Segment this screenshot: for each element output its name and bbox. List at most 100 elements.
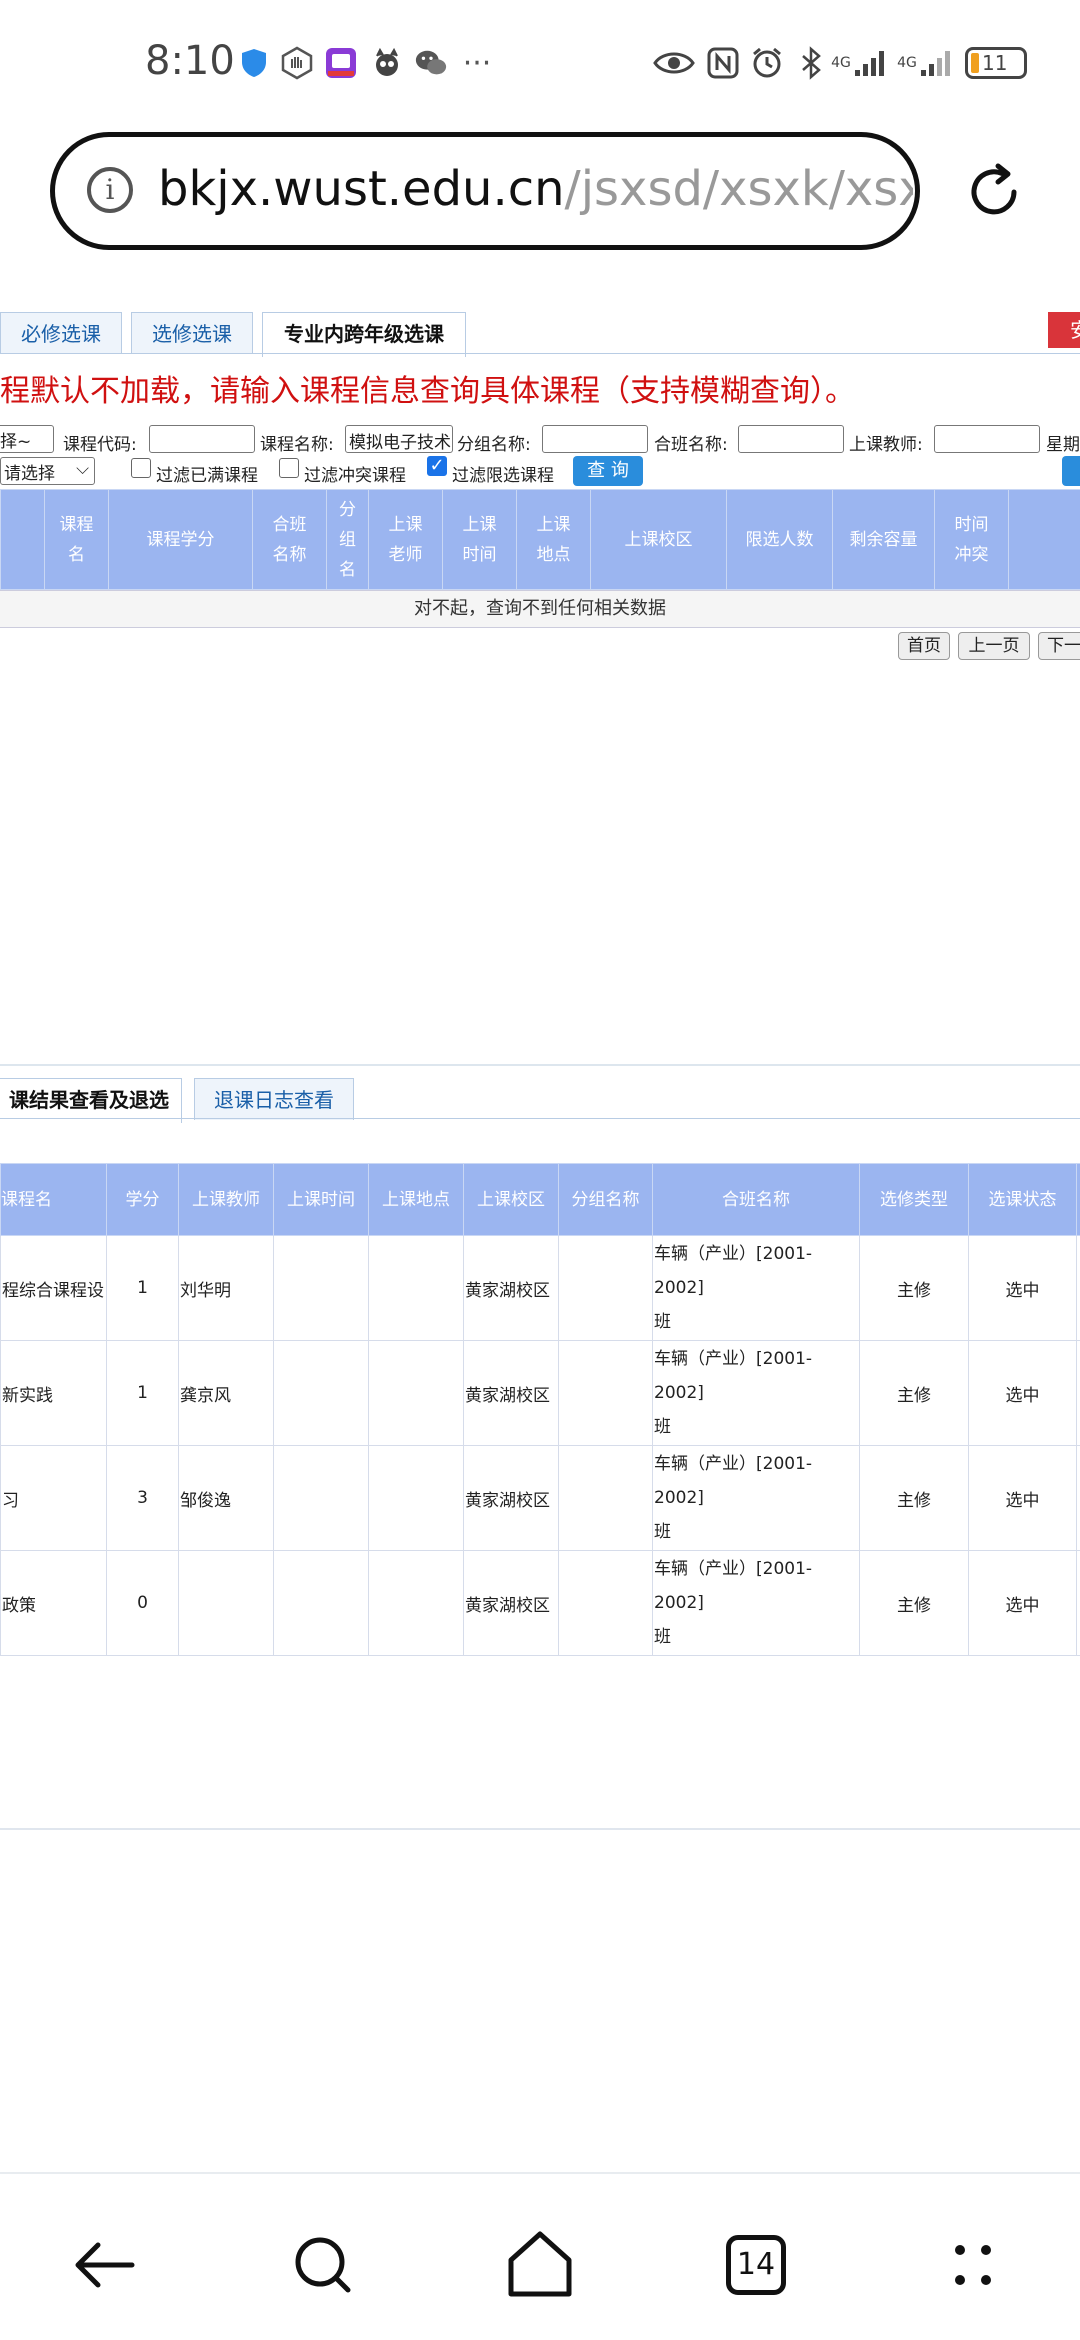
first-page-button[interactable]: 首页 xyxy=(898,632,950,660)
select-category[interactable]: 择~ xyxy=(0,425,54,453)
col-conflict: 时间冲突 xyxy=(934,489,1009,590)
col-time: 上课时间 xyxy=(442,489,517,590)
notice-text: 程默认不加载，请输入课程信息查询具体课程（支持模糊查询）。 xyxy=(0,374,855,409)
col-name: 课程名 xyxy=(0,1163,107,1236)
status-time: 8:10 xyxy=(145,38,235,84)
cell-credit: 1 xyxy=(106,1235,179,1341)
merged-class-line1: 车辆（产业）[2001-2002] xyxy=(654,1454,813,1508)
chevron-down-icon: ⌵ xyxy=(76,459,89,479)
cell-campus: 黄家湖校区 xyxy=(463,1235,559,1341)
cell-credit: 0 xyxy=(106,1550,179,1656)
cell-teacher: 刘华明 xyxy=(178,1235,274,1341)
merged-class-line2: 班 xyxy=(654,1312,671,1332)
tab-divider xyxy=(0,353,1080,354)
nav-divider xyxy=(0,2172,1080,2174)
table-row: 政策 0 黄家湖校区 车辆（产业）[2001-2002] 班 主修 选中 xyxy=(0,1550,1080,1656)
tab-elective-courses[interactable]: 选修选课 xyxy=(131,312,253,354)
shield-icon xyxy=(237,46,271,80)
filter-limited-checkbox[interactable]: ✓ xyxy=(427,456,447,476)
signal-icon-1: 4G xyxy=(830,46,890,80)
select-weekday[interactable]: 请选择 ⌵ xyxy=(0,457,95,485)
tab-divider-2 xyxy=(0,1118,1080,1119)
course-name-label: 课程名称: xyxy=(260,435,334,455)
cell-group xyxy=(558,1550,653,1656)
tab-required-courses[interactable]: 必修选课 xyxy=(0,312,122,354)
prev-page-button[interactable]: 上一页 xyxy=(958,632,1030,660)
empty-message: 对不起，查询不到任何相关数据 xyxy=(0,590,1080,628)
tab-drop-log[interactable]: 退课日志查看 xyxy=(194,1078,354,1120)
cell-course-name: 程综合课程设 xyxy=(0,1235,107,1341)
col-extra xyxy=(1008,489,1080,590)
cell-status: 选中 xyxy=(968,1445,1077,1551)
menu-icon[interactable] xyxy=(928,2220,1018,2310)
col-place-2: 上课地点 xyxy=(368,1163,464,1236)
more-notifications-icon: ··· xyxy=(462,45,492,81)
course-name-input[interactable]: 模拟电子技术 xyxy=(345,425,453,453)
col-time-2: 上课时间 xyxy=(273,1163,369,1236)
info-icon[interactable]: i xyxy=(87,167,133,213)
col-group-name: 分组名 xyxy=(326,489,369,590)
url-text[interactable]: bkjx.wust.edu.cn/jsxsd/xsxk/xsxk_i xyxy=(158,161,913,217)
cell-teacher xyxy=(178,1550,274,1656)
weekday-label: 星期 xyxy=(1046,435,1080,455)
cell-merged-class: 车辆（产业）[2001-2002] 班 xyxy=(652,1550,860,1656)
course-code-input[interactable] xyxy=(149,425,255,453)
reload-icon[interactable] xyxy=(962,160,1026,224)
cell-campus: 黄家湖校区 xyxy=(463,1445,559,1551)
merged-class-input[interactable] xyxy=(738,425,844,453)
filter-conflict-checkbox[interactable] xyxy=(279,458,299,478)
result-table: 课程名 学分 上课教师 上课时间 上课地点 上课校区 分组名称 合班名称 选修类… xyxy=(0,1163,1080,1656)
cell-course-name: 政策 xyxy=(0,1550,107,1656)
cell-place xyxy=(368,1550,464,1656)
tab-selection-results[interactable]: 课结果查看及退选 xyxy=(0,1078,182,1123)
home-icon[interactable] xyxy=(495,2220,585,2310)
col-teacher-2: 上课教师 xyxy=(178,1163,274,1236)
address-bar[interactable]: i bkjx.wust.edu.cn/jsxsd/xsxk/xsxk_i xyxy=(50,132,920,250)
status-bar: 8:10 ··· 4G 4G 11 xyxy=(0,0,1080,130)
teacher-input[interactable] xyxy=(934,425,1040,453)
battery-level: 11 xyxy=(982,51,1008,75)
cell-status: 选中 xyxy=(968,1235,1077,1341)
cell-time xyxy=(273,1550,369,1656)
cell-time xyxy=(273,1445,369,1551)
course-code-label: 课程代码: xyxy=(63,435,137,455)
col-place: 上课地点 xyxy=(516,489,591,590)
back-icon[interactable] xyxy=(62,2220,152,2310)
cell-merged-class: 车辆（产业）[2001-2002] 班 xyxy=(652,1445,860,1551)
table-row: 程综合课程设 1 刘华明 黄家湖校区 车辆（产业）[2001-2002] 班 主修 选中 xyxy=(0,1235,1080,1341)
group-name-label: 分组名称: xyxy=(457,435,531,455)
section-divider xyxy=(0,1064,1080,1066)
merged-class-label: 合班名称: xyxy=(654,435,728,455)
wechat-icon xyxy=(414,46,448,80)
cell-teacher: 龚京风 xyxy=(178,1340,274,1446)
col-merged-2: 合班名称 xyxy=(652,1163,860,1236)
cell-place xyxy=(368,1235,464,1341)
col-remaining: 剩余容量 xyxy=(832,489,935,590)
query-button-partial[interactable] xyxy=(1062,456,1080,486)
teacher-label: 上课教师: xyxy=(849,435,923,455)
group-name-input[interactable] xyxy=(542,425,648,453)
cell-status: 选中 xyxy=(968,1550,1077,1656)
next-page-button[interactable]: 下一 xyxy=(1038,632,1080,660)
cell-type: 主修 xyxy=(859,1340,969,1446)
col-campus-2: 上课校区 xyxy=(463,1163,559,1236)
tab-cross-grade-courses[interactable]: 专业内跨年级选课 xyxy=(262,312,466,357)
cell-extra xyxy=(1076,1340,1080,1446)
merged-class-line1: 车辆（产业）[2001-2002] xyxy=(654,1559,813,1613)
select-category-value: 择~ xyxy=(0,432,32,452)
filter-full-checkbox[interactable] xyxy=(131,458,151,478)
col-extra-2 xyxy=(1076,1163,1080,1236)
search-icon[interactable] xyxy=(278,2220,368,2310)
alarm-icon xyxy=(750,46,784,80)
hand-icon xyxy=(280,46,314,80)
cell-credit: 1 xyxy=(106,1340,179,1446)
tabs-icon[interactable]: 14 xyxy=(711,2220,801,2310)
cell-place xyxy=(368,1445,464,1551)
red-action-button[interactable]: 安 xyxy=(1048,312,1080,348)
query-button[interactable]: 查 询 xyxy=(573,456,643,486)
col-status: 选课状态 xyxy=(968,1163,1077,1236)
col-limit: 限选人数 xyxy=(726,489,833,590)
url-domain: bkjx.wust.edu.cn xyxy=(158,161,565,217)
cell-status: 选中 xyxy=(968,1340,1077,1446)
merged-class-line1: 车辆（产业）[2001-2002] xyxy=(654,1349,813,1403)
